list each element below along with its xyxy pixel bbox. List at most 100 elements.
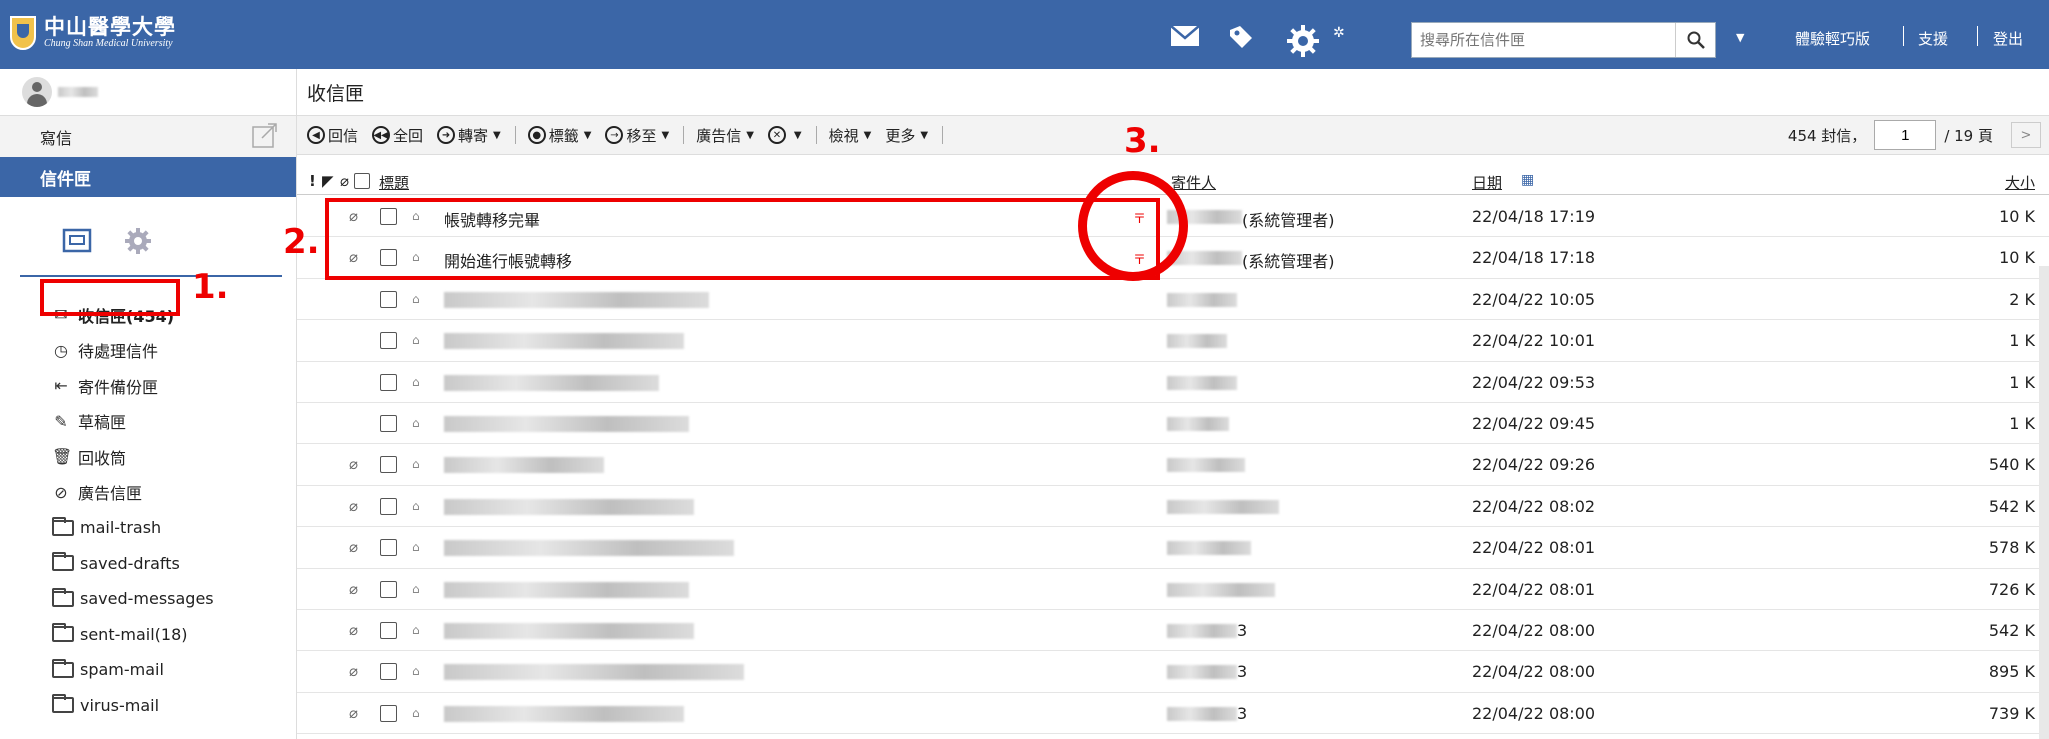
search-input[interactable]	[1412, 24, 1675, 56]
subject-redacted[interactable]	[444, 291, 709, 308]
row-checkbox[interactable]	[380, 290, 397, 308]
brand-subtitle: Chung Shan Medical University	[44, 38, 173, 49]
calendar-icon[interactable]: ▦	[1521, 172, 1534, 188]
priority-column-icon[interactable]: !	[309, 172, 316, 190]
page-number-input[interactable]	[1874, 120, 1937, 150]
forward-button[interactable]: ➜ 轉寄 ▼	[437, 125, 501, 146]
more-button[interactable]: 更多 ▼	[885, 125, 928, 146]
message-row[interactable]: ⌂ 22/04/22 10:05 2 K	[297, 279, 2049, 321]
message-row[interactable]: ⌀ ⌂ 22/04/22 08:01 726 K	[297, 569, 2049, 610]
sender-redacted	[1167, 706, 1237, 721]
subject-redacted[interactable]	[444, 415, 689, 432]
row-checkbox[interactable]	[380, 414, 397, 432]
subject-redacted[interactable]	[444, 498, 694, 515]
row-checkbox[interactable]	[380, 332, 397, 350]
row-checkbox[interactable]	[380, 539, 397, 557]
row-checkbox[interactable]	[380, 663, 397, 681]
folder-pending[interactable]: ◷ 待處理信件	[0, 333, 296, 369]
folders-view-icon[interactable]	[62, 227, 92, 275]
flag-column-icon[interactable]: ◤	[322, 172, 334, 190]
mailbox-tab[interactable]: 信件匣	[0, 157, 296, 197]
annotation-box-messages	[325, 198, 1160, 280]
message-row[interactable]: ⌀ ⌂ 22/04/22 09:26 540 K	[297, 444, 2049, 486]
row-checkbox[interactable]	[380, 497, 397, 515]
row-checkbox[interactable]	[380, 621, 397, 639]
sender-redacted	[1167, 582, 1275, 597]
subject-redacted[interactable]	[444, 374, 659, 391]
spam-button[interactable]: 廣告信 ▼	[696, 125, 754, 146]
tag-icon[interactable]	[1228, 24, 1254, 55]
subject-redacted[interactable]	[444, 622, 694, 639]
settings-gear-icon[interactable]	[1286, 24, 1320, 63]
reply-all-icon: ◀◀	[372, 126, 391, 144]
attachment-column-icon[interactable]: ⌀	[340, 172, 349, 190]
message-row[interactable]: ⌀ ⌂ 3 22/04/22 08:00 739 K	[297, 693, 2049, 735]
folder-trash[interactable]: 🗑 回收筒	[0, 439, 296, 475]
message-row[interactable]: ⌀ ⌂ 3 22/04/22 08:00 542 K	[297, 610, 2049, 652]
folder-spam[interactable]: ⊘ 廣告信匣	[0, 475, 296, 511]
annotation-box-inbox	[40, 279, 180, 316]
folder-sent-mail[interactable]: sent-mail(18)	[0, 617, 296, 653]
select-all-checkbox[interactable]	[354, 173, 370, 189]
reply-all-button[interactable]: ◀◀ 全回	[372, 125, 423, 146]
folder-saved-messages[interactable]: saved-messages	[0, 581, 296, 617]
attachment-icon: ⌀	[349, 703, 359, 722]
tag-button[interactable]: ● 標籤 ▼	[527, 125, 591, 146]
size: 1 K	[2009, 372, 2035, 392]
envelope-open-icon: ⌂	[412, 622, 420, 637]
folder-mail-trash[interactable]: mail-trash	[0, 510, 296, 546]
folder-icon	[52, 516, 74, 536]
subject-redacted[interactable]	[444, 540, 734, 557]
message-row[interactable]: ⌂ 22/04/22 09:53 1 K	[297, 362, 2049, 403]
university-logo[interactable]: 中山醫學大學 Chung Shan Medical University	[10, 16, 176, 50]
popout-icon[interactable]	[252, 122, 278, 152]
small-gear-icon[interactable]: ✲	[1333, 20, 1345, 46]
reply-button[interactable]: ◀ 回信	[307, 125, 358, 146]
next-page-button[interactable]: >	[2011, 122, 2041, 148]
search-box[interactable]	[1411, 22, 1716, 58]
subject-redacted[interactable]	[444, 705, 684, 722]
message-row[interactable]: ⌂ 22/04/22 09:45 1 K	[297, 403, 2049, 445]
folder-saved-drafts[interactable]: saved-drafts	[0, 546, 296, 582]
message-row[interactable]: ⌀ ⌂ 3 22/04/22 08:00 895 K	[297, 651, 2049, 693]
message-row[interactable]: ⌀ ⌂ 22/04/22 08:01 578 K	[297, 527, 2049, 569]
folder-label: 待處理信件	[78, 342, 159, 362]
row-checkbox[interactable]	[380, 373, 397, 391]
logout-link[interactable]: 登出	[1993, 28, 2023, 49]
folder-sent-backup[interactable]: ⇤ 寄件備份匣	[0, 368, 296, 404]
support-link[interactable]: 支援	[1918, 28, 1948, 49]
lite-version-link[interactable]: 體驗輕巧版	[1795, 28, 1870, 49]
subject-redacted[interactable]	[444, 333, 684, 350]
scrollbar[interactable]	[2039, 266, 2049, 739]
message-row[interactable]: ⌀ ⌂ 22/04/22 08:02 542 K	[297, 486, 2049, 528]
compose-button[interactable]: 寫信	[0, 115, 296, 157]
row-checkbox[interactable]	[380, 456, 397, 474]
view-label: 檢視	[828, 126, 859, 145]
column-size[interactable]: 大小	[2005, 172, 2035, 193]
view-button[interactable]: 檢視 ▼	[829, 125, 872, 146]
folder-spam-mail[interactable]: spam-mail	[0, 652, 296, 688]
folder-label: mail-trash	[80, 518, 162, 538]
avatar[interactable]	[22, 77, 52, 107]
delete-button[interactable]: ✕ ▼	[767, 126, 802, 144]
compose-label: 寫信	[40, 128, 73, 148]
subject-redacted[interactable]	[444, 664, 744, 681]
search-icon[interactable]	[1675, 23, 1715, 57]
column-subject[interactable]: 標題	[379, 172, 409, 193]
message-row[interactable]: ⌂ 22/04/22 10:01 1 K	[297, 320, 2049, 362]
subject-redacted[interactable]	[444, 581, 689, 598]
row-checkbox[interactable]	[380, 704, 397, 722]
search-dropdown-icon[interactable]: ▼	[1736, 31, 1744, 44]
subject-redacted[interactable]	[444, 457, 604, 474]
column-from[interactable]: 寄件人	[1171, 172, 1216, 193]
folder-settings-gear-icon[interactable]	[124, 227, 152, 275]
folder-virus-mail[interactable]: virus-mail	[0, 688, 296, 724]
mail-icon[interactable]	[1170, 24, 1200, 53]
column-date[interactable]: 日期	[1472, 172, 1502, 193]
move-button[interactable]: → 移至 ▼	[605, 125, 669, 146]
folder-drafts[interactable]: ✎ 草稿匣	[0, 404, 296, 440]
brand-title: 中山醫學大學	[44, 14, 176, 39]
sender-redacted	[1167, 292, 1237, 307]
spam-label: 廣告信	[696, 126, 742, 145]
row-checkbox[interactable]	[380, 580, 397, 598]
